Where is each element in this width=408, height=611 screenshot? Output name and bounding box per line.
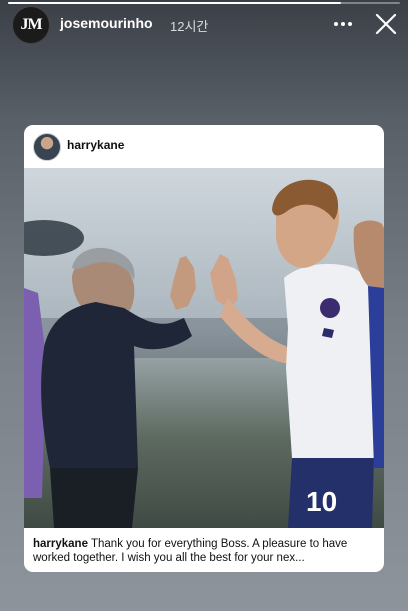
post-photo: 10 [24,168,384,528]
shared-post-card[interactable]: harrykane 10 harrykane Thank you for eve… [24,125,384,572]
jersey-number: 10 [306,486,337,517]
shared-post-header: harrykane [24,125,384,169]
story-header: JM josemourinho 12시간 [0,6,408,44]
post-author-username[interactable]: harrykane [67,138,124,152]
close-icon[interactable] [372,10,400,38]
owner-username[interactable]: josemourinho [60,15,153,31]
post-author-avatar[interactable] [33,133,61,161]
more-horizontal-icon[interactable] [332,14,354,34]
story-progress-fill [8,2,342,4]
story-timestamp: 12시간 [170,19,209,34]
story-progress-bar [8,2,400,4]
post-caption: harrykane Thank you for everything Boss.… [33,537,378,565]
caption-author[interactable]: harrykane [33,538,88,550]
owner-avatar[interactable]: JM [12,6,50,44]
